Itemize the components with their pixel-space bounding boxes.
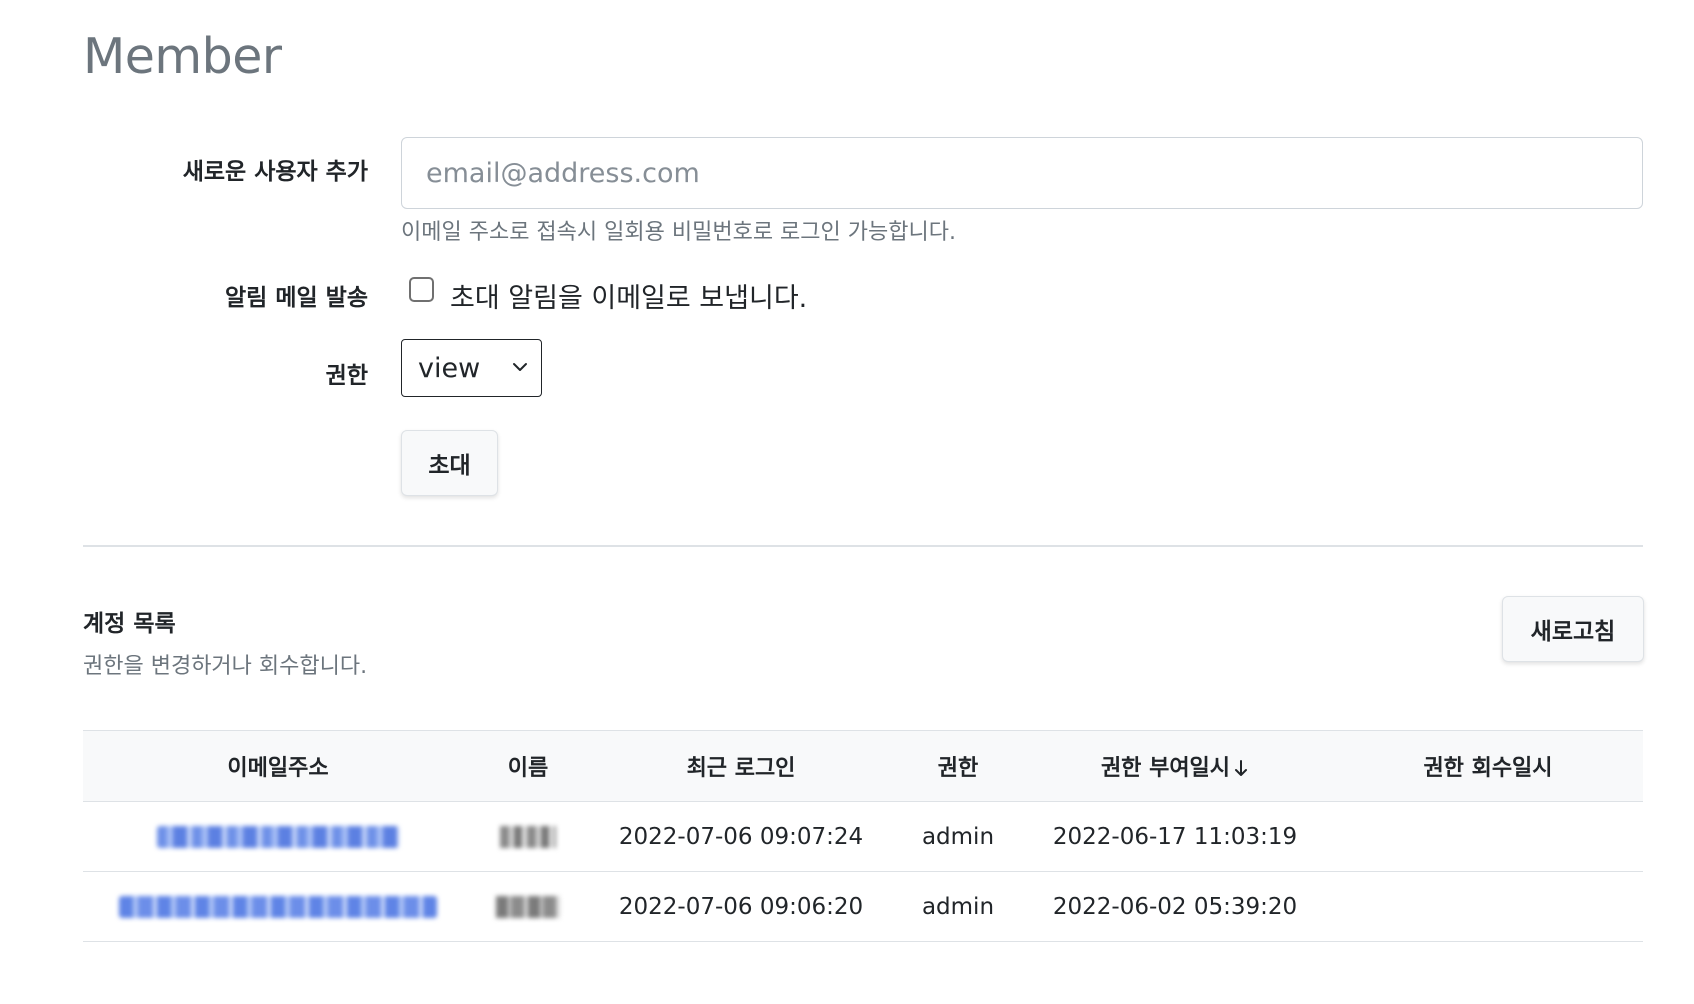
accounts-table: 이메일주소 이름 최근 로그인 권한 권한 부여일시 권한 회수일시 2022-… xyxy=(83,730,1643,942)
col-role[interactable]: 권한 xyxy=(899,730,1017,802)
granted-at-cell: 2022-06-02 05:39:20 xyxy=(1017,871,1333,942)
role-select[interactable]: view xyxy=(401,339,542,397)
last-login-cell: 2022-07-06 09:07:24 xyxy=(583,801,899,872)
table-row: 2022-07-06 09:06:20 admin 2022-06-02 05:… xyxy=(83,871,1643,942)
revoked-at-cell xyxy=(1333,871,1643,942)
new-user-label: 새로운 사용자 추가 xyxy=(182,159,368,185)
email-link[interactable] xyxy=(119,896,437,918)
notify-label: 알림 메일 발송 xyxy=(225,285,368,311)
section-divider xyxy=(83,545,1643,547)
email-input[interactable] xyxy=(401,137,1643,209)
arrow-down-icon xyxy=(1235,760,1248,776)
email-cell xyxy=(83,801,473,872)
user-name xyxy=(496,896,560,918)
table-row: 2022-07-06 09:07:24 admin 2022-06-17 11:… xyxy=(83,801,1643,872)
col-revoked-at[interactable]: 권한 회수일시 xyxy=(1333,730,1643,802)
notify-checkbox-label[interactable]: 초대 알림을 이메일로 보냅니다. xyxy=(450,276,807,315)
name-cell xyxy=(473,871,583,942)
name-cell xyxy=(473,801,583,872)
page-title: Member xyxy=(83,28,282,85)
last-login-cell: 2022-07-06 09:06:20 xyxy=(583,871,899,942)
table-header-row: 이메일주소 이름 최근 로그인 권한 권한 부여일시 권한 회수일시 xyxy=(83,730,1643,802)
accounts-subtitle: 권한을 변경하거나 회수합니다. xyxy=(83,654,368,679)
role-select-value: view xyxy=(418,352,481,384)
email-cell xyxy=(83,871,473,942)
col-granted-at-label: 권한 부여일시 xyxy=(1100,756,1231,781)
user-name xyxy=(500,826,556,848)
role-label: 권한 xyxy=(325,363,368,389)
chevron-down-icon xyxy=(513,363,527,371)
col-granted-at[interactable]: 권한 부여일시 xyxy=(1017,730,1333,802)
granted-at-cell: 2022-06-17 11:03:19 xyxy=(1017,801,1333,872)
email-help-text: 이메일 주소로 접속시 일회용 비밀번호로 로그인 가능합니다. xyxy=(401,220,956,245)
invite-button[interactable]: 초대 xyxy=(401,430,498,496)
accounts-title: 계정 목록 xyxy=(83,611,176,637)
col-email[interactable]: 이메일주소 xyxy=(83,730,473,802)
refresh-button[interactable]: 새로고침 xyxy=(1502,596,1644,662)
notify-checkbox[interactable] xyxy=(409,277,434,302)
email-link[interactable] xyxy=(157,826,399,848)
col-name[interactable]: 이름 xyxy=(473,730,583,802)
role-cell: admin xyxy=(899,871,1017,942)
col-last-login[interactable]: 최근 로그인 xyxy=(583,730,899,802)
role-cell: admin xyxy=(899,801,1017,872)
revoked-at-cell xyxy=(1333,801,1643,872)
